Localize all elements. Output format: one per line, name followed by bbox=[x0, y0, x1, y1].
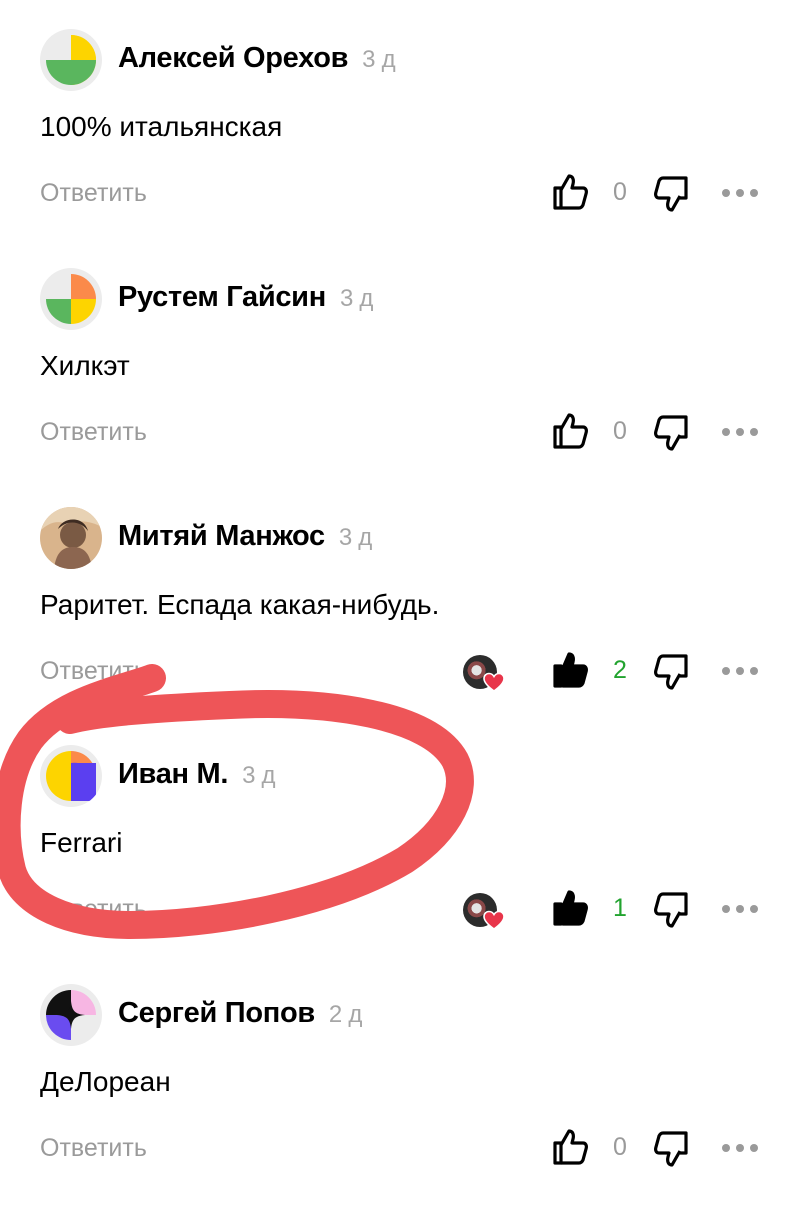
heart-icon bbox=[483, 910, 505, 930]
comment-time: 3 д bbox=[242, 762, 276, 789]
comment-text: 100% итальянская bbox=[40, 111, 283, 142]
avatar[interactable] bbox=[40, 507, 102, 569]
reply-button[interactable]: Ответить bbox=[40, 179, 147, 208]
heart-icon bbox=[483, 672, 505, 692]
comment-text: Хилкэт bbox=[40, 350, 130, 381]
avatar[interactable] bbox=[40, 268, 102, 330]
reactor-avatar[interactable] bbox=[463, 893, 505, 935]
thumb-down-icon[interactable] bbox=[654, 652, 688, 692]
thumb-up-icon[interactable] bbox=[551, 650, 589, 690]
thumb-up-icon[interactable] bbox=[551, 888, 589, 928]
author-name[interactable]: Алексей Орехов 3 д bbox=[118, 42, 396, 75]
avatar[interactable] bbox=[40, 745, 102, 807]
thumb-up-icon[interactable] bbox=[551, 172, 589, 212]
thumb-down-icon[interactable] bbox=[654, 413, 688, 453]
thumb-down-icon[interactable] bbox=[654, 174, 688, 214]
comment-text: Ferrari bbox=[40, 827, 123, 858]
more-options-icon[interactable] bbox=[722, 659, 758, 683]
comment-time: 3 д bbox=[339, 285, 374, 312]
more-options-icon[interactable] bbox=[722, 1136, 758, 1160]
author-name[interactable]: Иван М. 3 д bbox=[118, 758, 276, 791]
like-count: 0 bbox=[613, 417, 627, 445]
thumb-up-icon[interactable] bbox=[551, 1127, 589, 1167]
comment-text: Раритет. Еспада какая-нибудь. bbox=[40, 589, 440, 620]
more-options-icon[interactable] bbox=[722, 897, 758, 921]
reply-button[interactable]: Ответить bbox=[40, 895, 147, 924]
author-name[interactable]: Сергей Попов 2 д bbox=[118, 997, 362, 1030]
comment-item: Рустем Гайсин 3 д Хилкэт Ответить 0 bbox=[0, 268, 806, 507]
reply-button[interactable]: Ответить bbox=[40, 418, 147, 447]
comment-time: 3 д bbox=[338, 524, 372, 551]
avatar[interactable] bbox=[40, 984, 102, 1046]
author-name[interactable]: Рустем Гайсин 3 д bbox=[118, 281, 373, 314]
like-count: 0 bbox=[613, 178, 627, 206]
comment-time: 3 д bbox=[362, 46, 396, 73]
comment-time: 2 д bbox=[328, 1001, 363, 1028]
comment-text: ДеЛореан bbox=[40, 1066, 171, 1097]
more-options-icon[interactable] bbox=[722, 420, 758, 444]
reply-button[interactable]: Ответить bbox=[40, 1134, 147, 1163]
like-count: 2 bbox=[613, 656, 627, 684]
comment-item: Митяй Манжос 3 д Раритет. Еспада какая-ни… bbox=[0, 507, 806, 746]
comment-item: Иван М. 3 д Ferrari Ответить 1 bbox=[0, 745, 806, 984]
reactor-avatar[interactable] bbox=[463, 655, 505, 697]
avatar[interactable] bbox=[40, 29, 102, 91]
thumb-down-icon[interactable] bbox=[654, 1129, 688, 1169]
author-name[interactable]: Митяй Манжос 3 д bbox=[118, 520, 372, 553]
like-count: 1 bbox=[613, 894, 627, 922]
comment-item: Сергей Попов 2 д ДеЛореан Ответить 0 bbox=[0, 984, 806, 1223]
like-count: 0 bbox=[613, 1133, 627, 1161]
more-options-icon[interactable] bbox=[722, 181, 758, 205]
thumb-down-icon[interactable] bbox=[654, 890, 688, 930]
comment-item: Алексей Орехов 3 д 100% итальянская Ответ… bbox=[0, 29, 806, 268]
reply-button[interactable]: Ответить bbox=[40, 657, 147, 686]
thumb-up-icon[interactable] bbox=[551, 411, 589, 451]
